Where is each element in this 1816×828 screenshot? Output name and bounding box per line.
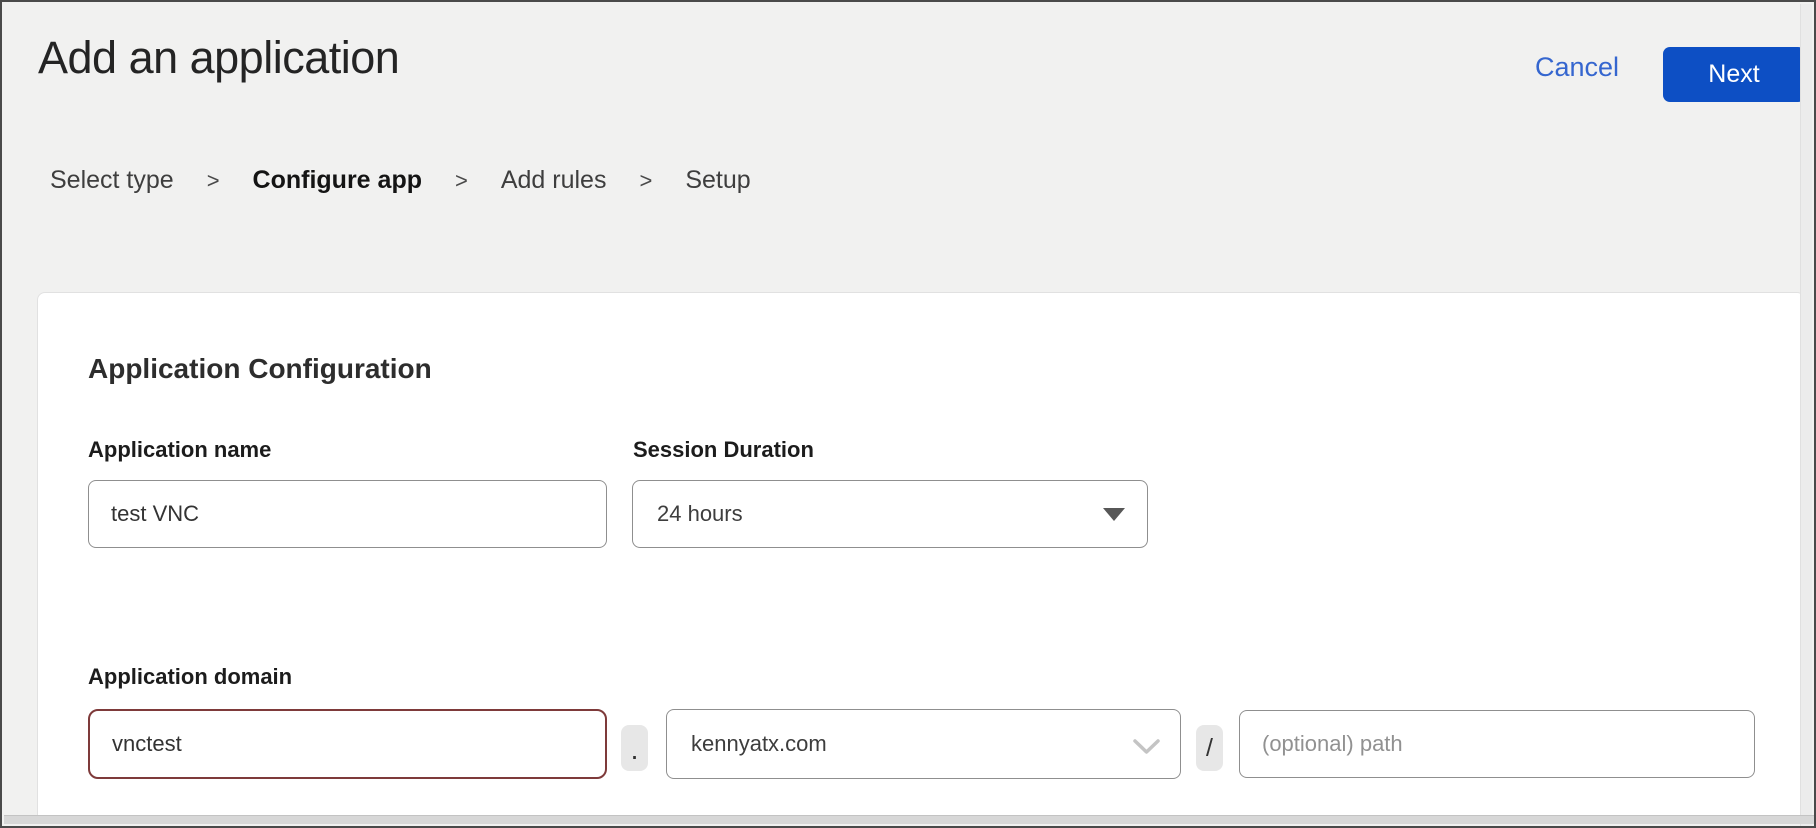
- step-setup[interactable]: Setup: [685, 166, 750, 195]
- domain-selected-value: kennyatx.com: [691, 731, 827, 757]
- path-input[interactable]: [1239, 710, 1755, 778]
- step-configure-app[interactable]: Configure app: [253, 166, 422, 195]
- subdomain-input[interactable]: [88, 709, 607, 779]
- next-button[interactable]: Next: [1663, 47, 1805, 102]
- dot-separator: .: [621, 725, 648, 771]
- cancel-button[interactable]: Cancel: [1527, 52, 1627, 83]
- chevron-down-icon: [1133, 736, 1160, 762]
- application-name-input[interactable]: [88, 480, 607, 548]
- domain-select[interactable]: kennyatx.com: [666, 709, 1181, 779]
- horizontal-scrollbar[interactable]: [4, 815, 1816, 824]
- caret-down-icon: [1103, 508, 1125, 521]
- breadcrumb-separator-icon: >: [207, 168, 220, 194]
- application-domain-label: Application domain: [88, 664, 292, 690]
- step-add-rules[interactable]: Add rules: [501, 166, 607, 195]
- breadcrumb: Select type > Configure app > Add rules …: [50, 166, 751, 195]
- session-duration-label: Session Duration: [633, 437, 814, 463]
- breadcrumb-separator-icon: >: [455, 168, 468, 194]
- session-duration-select[interactable]: 24 hours: [632, 480, 1148, 548]
- configuration-card: Application Configuration Application na…: [37, 292, 1805, 822]
- breadcrumb-separator-icon: >: [639, 168, 652, 194]
- slash-separator: /: [1196, 725, 1223, 771]
- application-name-label: Application name: [88, 437, 271, 463]
- step-select-type[interactable]: Select type: [50, 166, 174, 195]
- app-window: Add an application Cancel Next Select ty…: [0, 0, 1816, 828]
- section-title: Application Configuration: [88, 353, 432, 385]
- session-duration-selected-value: 24 hours: [657, 501, 743, 527]
- vertical-scrollbar[interactable]: [1800, 4, 1812, 828]
- page-title: Add an application: [38, 32, 399, 84]
